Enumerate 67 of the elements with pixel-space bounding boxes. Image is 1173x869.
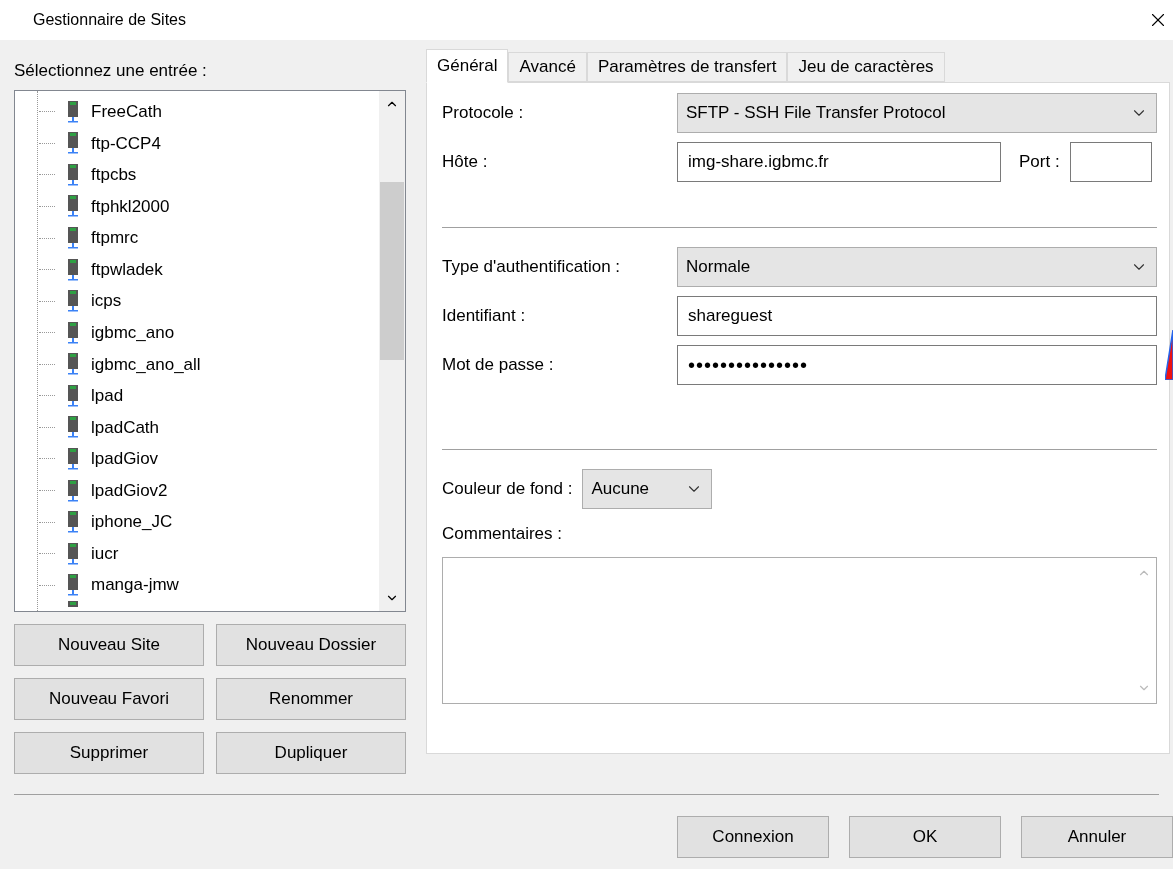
tree-item[interactable]: iucr — [15, 537, 379, 570]
tree-item[interactable]: ftphkl2000 — [15, 190, 379, 223]
server-icon — [67, 100, 79, 123]
field-label: Mot de passe : — [442, 354, 555, 377]
tree-item[interactable]: lpadCath — [15, 411, 379, 444]
site-action-button[interactable]: Nouveau Site — [14, 624, 204, 666]
dropdown[interactable]: Normale — [677, 247, 1157, 287]
server-icon — [67, 163, 79, 186]
tab[interactable]: Paramètres de transfert — [586, 52, 788, 82]
server-icon — [67, 479, 79, 502]
scrollbar[interactable] — [379, 91, 405, 611]
field-label: Type d'authentification : — [442, 256, 622, 279]
dialog-button[interactable]: Annuler — [1021, 816, 1173, 858]
tree-item[interactable]: ftpcbs — [15, 159, 379, 191]
server-icon — [67, 195, 79, 218]
host-field[interactable]: img-share.igbmc.fr — [677, 142, 1001, 182]
field-label: Couleur de fond : — [442, 478, 573, 501]
server-icon — [67, 353, 79, 376]
server-icon — [67, 258, 79, 281]
field-label: Protocole : — [442, 102, 525, 125]
site-action-button[interactable]: Nouveau Favori — [14, 678, 204, 720]
server-icon — [67, 321, 79, 344]
site-action-button[interactable]: Nouveau Dossier — [216, 624, 406, 666]
tree-item[interactable]: ftpwladek — [15, 253, 379, 286]
window-title: Gestionnaire de Sites — [33, 10, 186, 30]
tree-item[interactable]: iphone_JC — [15, 506, 379, 538]
tree-item[interactable]: manga-jmw — [15, 569, 379, 601]
dialog-button[interactable]: OK — [849, 816, 1001, 858]
field-label: Port : — [1019, 151, 1060, 174]
server-icon — [67, 542, 79, 565]
server-icon — [67, 511, 79, 534]
server-icon — [67, 447, 79, 470]
dropdown[interactable]: Aucune — [582, 469, 713, 509]
tab[interactable]: Général — [426, 49, 509, 83]
tree-item[interactable]: lpadGiov2 — [15, 474, 379, 507]
site-action-button[interactable]: Supprimer — [14, 732, 204, 774]
server-icon — [67, 384, 79, 407]
server-icon — [67, 132, 79, 155]
tree-item[interactable]: igbmc_ano_all — [15, 348, 379, 381]
server-icon — [67, 601, 79, 607]
dropdown[interactable]: SFTP - SSH File Transfer Protocol — [677, 93, 1157, 133]
port-field[interactable] — [1069, 142, 1152, 182]
server-icon — [67, 574, 79, 597]
tree-item[interactable]: lpad — [15, 380, 379, 412]
tree-item[interactable]: icps — [15, 285, 379, 317]
password-field[interactable]: ••••••••••••••• — [677, 345, 1157, 385]
arrow-annotation — [1165, 330, 1173, 380]
dialog-button[interactable]: Connexion — [677, 816, 829, 858]
site-action-button[interactable]: Renommer — [216, 678, 406, 720]
field-label: Hôte : — [442, 151, 489, 174]
site-action-button[interactable]: Dupliquer — [216, 732, 406, 774]
tree-item[interactable]: lpadGiov — [15, 443, 379, 475]
server-icon — [67, 227, 79, 250]
tree-item[interactable]: igbmc_ano — [15, 316, 379, 349]
field-label: Commentaires : — [442, 523, 563, 545]
tree-item[interactable]: FreeCath — [15, 96, 379, 128]
tree-item[interactable]: ftpmrc — [15, 222, 379, 254]
tab[interactable]: Jeu de caractères — [787, 52, 945, 82]
tree-item[interactable]: ftp-CCP4 — [15, 127, 379, 160]
field-label: Identifiant : — [442, 305, 527, 328]
server-icon — [67, 416, 79, 439]
site-tree[interactable]: FreeCath ftp-CCP4 ftpcbs ftphkl2000 ftpmrc ftpwladek icps igbmc_ano igbmc_ano_all lpad lpadCath lpadGiov lpadGiov2 iphone_JC iucr manga-jmw — [14, 90, 406, 612]
scrollbar-thumb[interactable] — [380, 182, 404, 360]
username-field[interactable]: shareguest — [677, 296, 1157, 336]
server-icon — [67, 290, 79, 313]
tree-label: Sélectionnez une entrée : — [14, 60, 208, 82]
tab[interactable]: Avancé — [508, 52, 587, 82]
